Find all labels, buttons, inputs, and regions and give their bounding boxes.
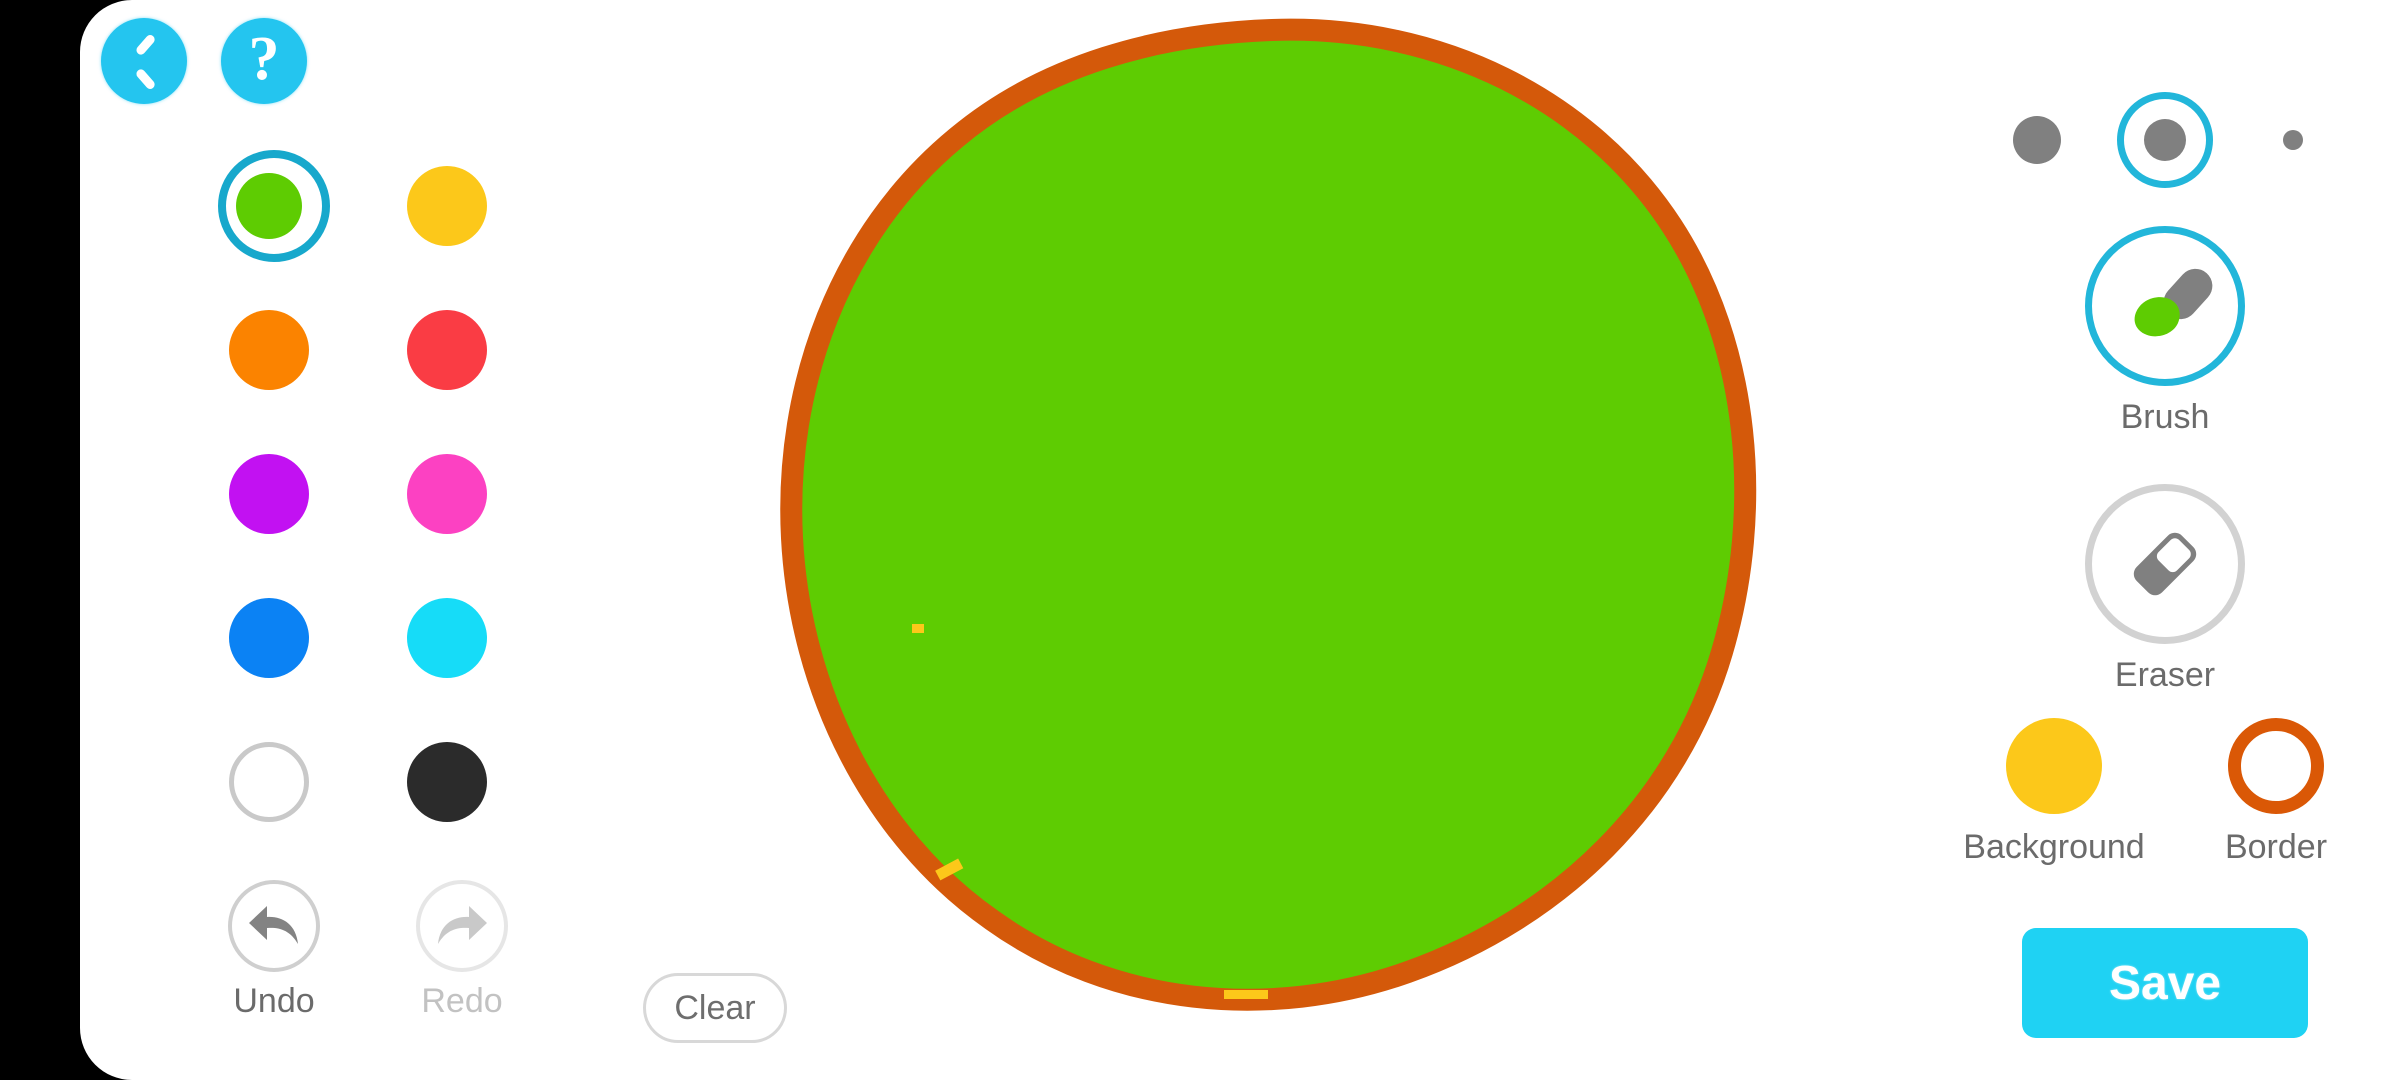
border-swatch (2228, 718, 2324, 814)
swatch-dot (229, 454, 309, 534)
swatch-dot (229, 598, 309, 678)
color-row (228, 448, 488, 540)
brush-icon (2085, 226, 2245, 386)
back-button[interactable] (101, 18, 187, 104)
swatch-dot (407, 598, 487, 678)
background-label: Background (1963, 828, 2145, 866)
color-palette (218, 150, 488, 880)
swatch-dot (236, 173, 302, 239)
color-row (218, 150, 488, 262)
eraser-icon (2085, 484, 2245, 644)
brush-size-small[interactable] (2229, 92, 2357, 188)
color-swatch-yellow[interactable] (406, 160, 488, 252)
undo-icon (228, 880, 320, 972)
eraser-tool[interactable]: Eraser (2085, 484, 2245, 695)
color-row (228, 304, 488, 396)
question-mark-icon: ? (248, 25, 280, 93)
redo-button[interactable]: Redo (416, 880, 508, 1021)
undo-button[interactable]: Undo (228, 880, 320, 1021)
history-controls: Undo Redo (228, 880, 508, 1021)
swatch-dot (407, 742, 487, 822)
color-row (228, 592, 488, 684)
fill-controls: Background Border (1963, 718, 2365, 867)
brush-tool[interactable]: Brush (2085, 226, 2245, 437)
swatch-dot (407, 310, 487, 390)
color-swatch-cyan[interactable] (406, 592, 488, 684)
color-swatch-purple[interactable] (228, 448, 310, 540)
color-swatch-pink[interactable] (406, 448, 488, 540)
clear-button[interactable]: Clear (643, 973, 787, 1043)
border-label: Border (2224, 828, 2328, 866)
color-row (228, 736, 488, 828)
swatch-dot (407, 454, 487, 534)
brush-size-selector (1930, 92, 2400, 188)
brush-label: Brush (2120, 398, 2210, 436)
right-toolbar: Brush Eraser Background Border Save (1930, 0, 2400, 1080)
brush-size-large[interactable] (1973, 92, 2101, 188)
help-button[interactable]: ? (221, 18, 307, 104)
color-swatch-blue[interactable] (228, 592, 310, 684)
color-swatch-black[interactable] (406, 736, 488, 828)
drawing-app-root: ? Undo Redo Clear Brush Eraser Backgroun… (0, 0, 2400, 1080)
redo-icon (416, 880, 508, 972)
swatch-dot (229, 310, 309, 390)
background-swatch (2006, 718, 2102, 814)
drawn-shape (760, 0, 1790, 1050)
size-dot (2283, 130, 2303, 150)
redo-label: Redo (421, 982, 503, 1020)
border-color-button[interactable]: Border (2187, 718, 2365, 867)
swatch-dot (229, 742, 309, 822)
color-swatch-red[interactable] (406, 304, 488, 396)
brush-size-medium[interactable] (2101, 92, 2229, 188)
color-swatch-orange[interactable] (228, 304, 310, 396)
size-dot (2013, 116, 2061, 164)
chevron-left-icon (134, 40, 160, 82)
eraser-label: Eraser (2114, 656, 2216, 694)
save-button[interactable]: Save (2022, 928, 2308, 1038)
color-swatch-white[interactable] (228, 736, 310, 828)
undo-label: Undo (233, 982, 315, 1020)
size-dot (2144, 119, 2186, 161)
background-color-button[interactable]: Background (1963, 718, 2145, 867)
color-swatch-green[interactable] (218, 150, 330, 262)
swatch-dot (407, 166, 487, 246)
